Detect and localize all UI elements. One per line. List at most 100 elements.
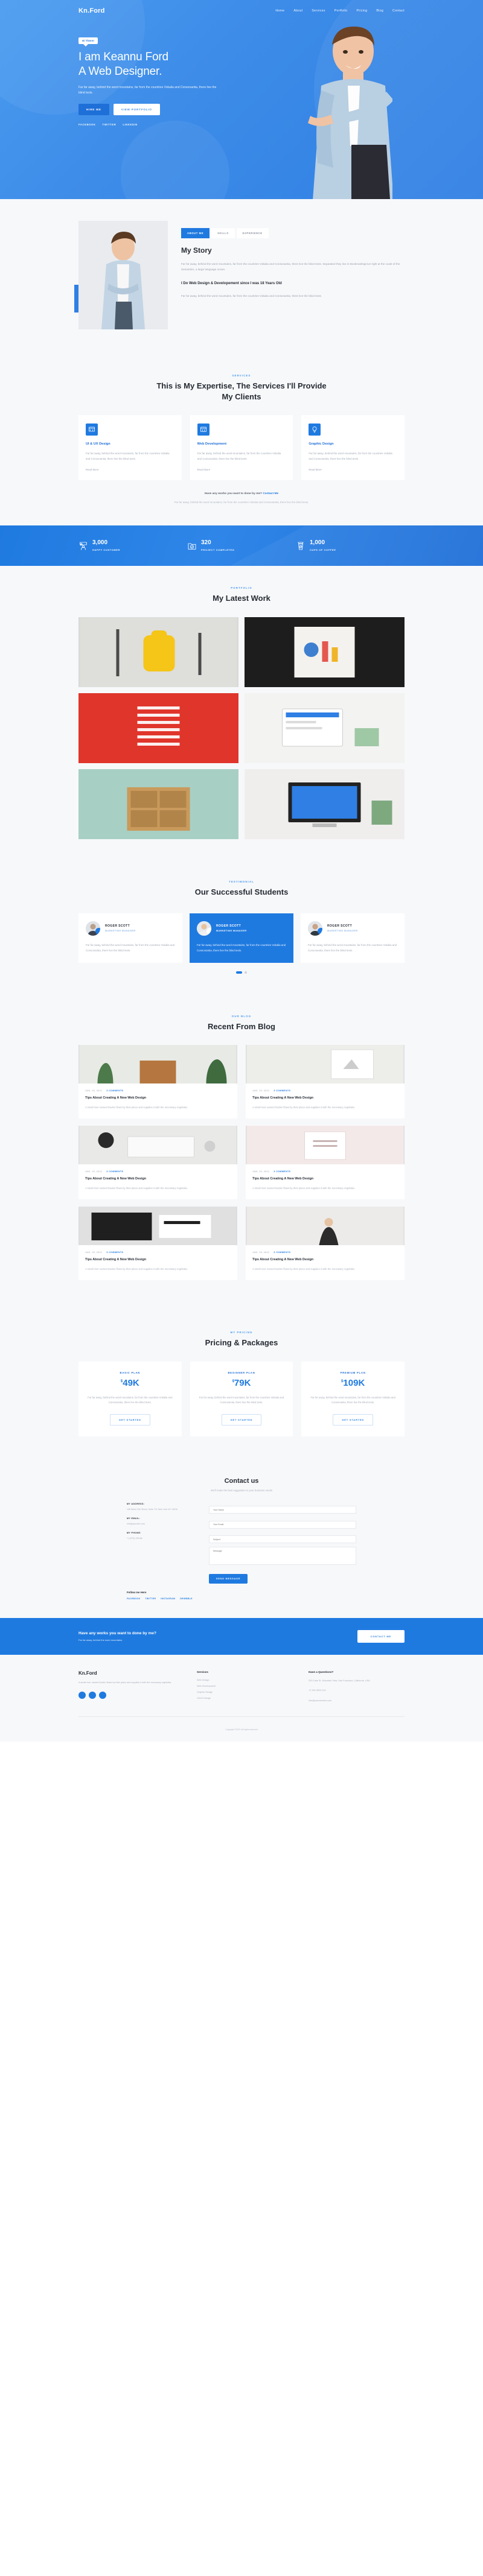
blog-post-title[interactable]: Tips About Creating A New Web Design xyxy=(252,1096,398,1101)
nav-item-home[interactable]: Home xyxy=(275,9,284,13)
email-input[interactable] xyxy=(209,1520,356,1529)
hero-greeting-badge: Hi There! xyxy=(78,37,98,46)
nav-item-pricing[interactable]: Pricing xyxy=(356,9,367,13)
footer-link-ui-ux-design[interactable]: UI/UX Design xyxy=(197,1697,293,1699)
facebook-icon[interactable] xyxy=(78,1691,86,1699)
blog-post-title[interactable]: Tips About Creating A New Web Design xyxy=(85,1177,231,1182)
blog-thumbnail xyxy=(78,1045,237,1084)
view-portfolio-button[interactable]: VIEW PORTFOLIO xyxy=(113,103,160,115)
quote-badge-icon xyxy=(206,927,211,934)
portfolio-item-red-typography[interactable] xyxy=(78,693,238,763)
contact-address-label: MY ADDRESS: xyxy=(127,1502,145,1505)
blog-date: JAN. 15, 2021 xyxy=(85,1251,103,1254)
blog-post-title[interactable]: Tips About Creating A New Web Design xyxy=(85,1258,231,1263)
contact-phone-block: MY PHONE: +1 (970) 259-66 xyxy=(127,1532,199,1540)
blog-post-card[interactable]: JAN. 15, 2021 3 COMMENTS Tips About Creat… xyxy=(246,1207,405,1281)
blog-post-card[interactable]: JAN. 15, 2021 3 COMMENTS Tips About Creat… xyxy=(246,1126,405,1200)
social-link-linkedin[interactable]: LINKEDIN xyxy=(123,123,138,126)
plan-amount: 109K xyxy=(343,1377,365,1388)
footer-email[interactable]: info@yourdomain.com xyxy=(309,1699,405,1703)
nav-item-blog[interactable]: Blog xyxy=(376,9,383,13)
testimonial-pagination[interactable] xyxy=(0,971,483,974)
pagination-dot[interactable] xyxy=(245,971,247,974)
follow-link-instagram[interactable]: INSTAGRAM xyxy=(161,1597,175,1600)
footer-link-web-design[interactable]: Web Design xyxy=(197,1679,293,1681)
pagination-dot-active[interactable] xyxy=(236,971,242,974)
project-folder-icon xyxy=(188,543,196,550)
service-title: Graphic Design xyxy=(309,442,334,446)
follow-links: FACEBOOK TWITTER INSTAGRAM DRIBBBLE xyxy=(127,1597,356,1600)
hero-description: Far far away, behind the word mountains,… xyxy=(78,85,217,95)
send-message-button[interactable]: SEND MESSAGE xyxy=(209,1574,248,1584)
message-input[interactable] xyxy=(209,1547,356,1566)
blog-post-card[interactable]: JAN. 15, 2021 3 COMMENTS Tips About Creat… xyxy=(78,1045,237,1119)
portfolio-item-imac-workspace[interactable] xyxy=(245,769,405,839)
name-input[interactable] xyxy=(209,1506,356,1514)
tab-skills[interactable]: SKILLS xyxy=(211,228,235,238)
nav-item-contact[interactable]: Contact xyxy=(392,9,405,13)
coffee-cup-icon xyxy=(298,542,304,550)
get-started-button[interactable]: GET STARTED xyxy=(109,1413,150,1426)
twitter-icon[interactable] xyxy=(89,1691,96,1699)
get-started-button[interactable]: GET STARTED xyxy=(221,1413,262,1426)
blog-post-card[interactable]: JAN. 15, 2021 3 COMMENTS Tips About Creat… xyxy=(78,1207,237,1281)
nav-item-about[interactable]: About xyxy=(293,9,302,13)
follow-block: Follow me Here FACEBOOK TWITTER INSTAGRA… xyxy=(127,1591,356,1600)
service-read-more-link[interactable]: Read More xyxy=(86,468,174,471)
cta-title: Have any works you want to done by me? xyxy=(78,1631,156,1636)
get-started-button[interactable]: GET STARTED xyxy=(333,1413,374,1426)
tab-experience[interactable]: EXPERIENCE xyxy=(236,228,269,238)
portfolio-title: My Latest Work xyxy=(213,594,270,603)
service-title: UI & UX Design xyxy=(86,442,110,446)
service-card-ui-ux[interactable]: UI & UX Design Far far away, behind the … xyxy=(78,415,182,480)
testimonial-section: TESTIMONIAL Our Successful Students ROGE… xyxy=(0,859,483,994)
portfolio-item-desktop-mockup[interactable] xyxy=(245,693,405,763)
follow-link-twitter[interactable]: TWITTER xyxy=(145,1597,156,1600)
pricing-card-premium[interactable]: PREMIUM PLAN $109K Far far away, behind … xyxy=(301,1361,405,1436)
contact-me-link[interactable]: Contact Me xyxy=(263,492,278,495)
blog-post-title[interactable]: Tips About Creating A New Web Design xyxy=(252,1258,398,1263)
testimonial-card[interactable]: ROGER SCOTT MARKETING MANAGER Far far aw… xyxy=(78,913,182,963)
service-card-web-development[interactable]: Web Development Far far away, behind the… xyxy=(190,415,293,480)
social-link-facebook[interactable]: FACEBOOK xyxy=(78,123,96,126)
portfolio-item-yellow-backpack[interactable] xyxy=(78,617,238,687)
blog-thumbnail xyxy=(246,1126,405,1165)
contact-email-value[interactable]: info@yoursite.com xyxy=(127,1522,199,1526)
site-logo[interactable]: Kn.Ford xyxy=(78,7,105,14)
nav-item-services[interactable]: Services xyxy=(312,9,325,13)
blog-date: JAN. 15, 2021 xyxy=(85,1090,103,1093)
hire-me-button[interactable]: HIRE ME xyxy=(78,103,109,115)
pricing-card-beginner[interactable]: BEGINNER PLAN $79K Far far away, behind … xyxy=(190,1361,293,1436)
contact-address-value: 198 West 21th Street, Suite 721 New York… xyxy=(127,1508,178,1511)
footer-link-graphic-design[interactable]: Graphic Design xyxy=(197,1691,293,1693)
plan-price: $109K xyxy=(309,1378,397,1388)
blog-post-title[interactable]: Tips About Creating A New Web Design xyxy=(85,1096,231,1101)
blog-post-card[interactable]: JAN. 15, 2021 3 COMMENTS Tips About Creat… xyxy=(246,1045,405,1119)
instagram-icon[interactable] xyxy=(99,1691,106,1699)
blog-post-title[interactable]: Tips About Creating A New Web Design xyxy=(252,1177,398,1182)
footer-link-web-development[interactable]: Web Development xyxy=(197,1685,293,1687)
blog-post-card[interactable]: JAN. 15, 2021 3 COMMENTS Tips About Creat… xyxy=(78,1126,237,1200)
cta-contact-button[interactable]: CONTACT ME xyxy=(357,1630,405,1643)
tab-about-me[interactable]: ABOUT ME xyxy=(181,228,210,238)
testimonial-card[interactable]: ROGER SCOTT MARKETING MANAGER Far far aw… xyxy=(190,913,293,963)
social-link-twitter[interactable]: TWITTER xyxy=(103,123,117,126)
service-desc: Far far away, behind the word mountains,… xyxy=(86,452,170,461)
portfolio-item-framed-artwork[interactable] xyxy=(245,617,405,687)
testimonial-card[interactable]: ROGER SCOTT MARKETING MANAGER Far far aw… xyxy=(301,913,405,963)
about-paragraph-2: Far far away, behind the word mountains,… xyxy=(181,294,322,298)
hero-title-line2: A Web Designer. xyxy=(78,65,162,78)
contact-phone-value[interactable]: +1 (970) 259-66 xyxy=(127,1537,199,1540)
follow-link-dribbble[interactable]: DRIBBBLE xyxy=(180,1597,193,1600)
service-read-more-link[interactable]: Read More xyxy=(197,468,286,471)
blog-thumbnail xyxy=(246,1207,405,1246)
footer-logo[interactable]: Kn.Ford xyxy=(78,1670,181,1676)
pricing-card-basic[interactable]: BASIC PLAN $49K Far far away, behind the… xyxy=(78,1361,182,1436)
subject-input[interactable] xyxy=(209,1535,356,1544)
follow-link-facebook[interactable]: FACEBOOK xyxy=(127,1597,140,1600)
nav-item-portfolio[interactable]: Portfolio xyxy=(334,9,348,13)
footer-phone[interactable]: +2 392 3929 210 xyxy=(309,1689,405,1693)
service-card-graphic-design[interactable]: Graphic Design Far far away, behind the … xyxy=(301,415,405,480)
service-read-more-link[interactable]: Read More xyxy=(309,468,397,471)
portfolio-item-wooden-drawers[interactable] xyxy=(78,769,238,839)
